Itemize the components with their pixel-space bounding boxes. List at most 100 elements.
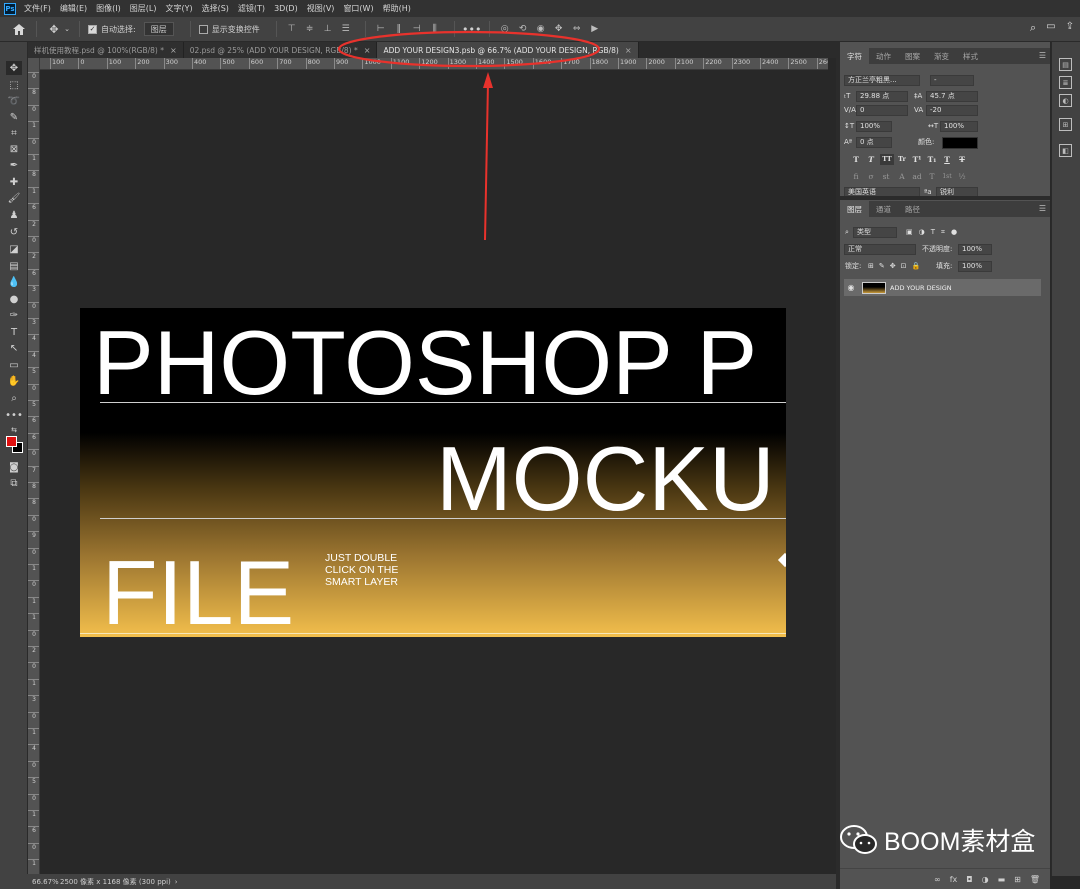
vertical-ruler[interactable]: 0 8 0 1 0 1 8 1 6 2 0 2 6 3 0 3 4 4 5 0 5 6 6 0 7 8 8 0 9 0 1 0 1 1 0 2 0 1 3 0…	[28, 58, 40, 874]
distribute-icon[interactable]: ☰	[339, 22, 353, 36]
faux-bold-button[interactable]: T	[850, 154, 862, 165]
horizontal-scale-field[interactable]: 100%	[940, 121, 978, 132]
3d-pan-icon[interactable]: ✥	[552, 22, 566, 36]
type-tool-icon[interactable]: T	[6, 325, 22, 339]
tab-character[interactable]: 字符	[840, 48, 869, 64]
history-brush-tool-icon[interactable]: ↺	[6, 225, 22, 239]
screen-mode-icon[interactable]: ⧉	[6, 476, 22, 490]
blend-mode-select[interactable]: 正常	[844, 244, 916, 255]
3d-scale-icon[interactable]: ▶	[588, 22, 602, 36]
adjustment-icon[interactable]: ◑	[982, 875, 989, 884]
underline-button[interactable]: T	[941, 154, 953, 165]
ot-stylistic-button[interactable]: ad	[911, 171, 923, 182]
layer-row[interactable]: ◉ ADD YOUR DESIGN	[844, 279, 1041, 296]
fx-icon[interactable]: fx	[950, 875, 958, 884]
ot-alternates-button[interactable]: σ	[865, 171, 877, 182]
leading-field[interactable]: 45.7 点	[926, 91, 978, 102]
eraser-tool-icon[interactable]: ◪	[6, 242, 22, 256]
small-caps-button[interactable]: Tr	[896, 154, 908, 165]
tracking-field[interactable]: -20	[926, 105, 978, 116]
gradient-tool-icon[interactable]: ▤	[6, 259, 22, 273]
all-caps-button[interactable]: TT	[880, 154, 894, 165]
ot-ordinals-button[interactable]: 1st	[941, 171, 953, 182]
group-icon[interactable]: ▬	[998, 875, 1006, 884]
quick-mask-icon[interactable]: ◙	[6, 460, 22, 474]
lock-icons[interactable]: ⊞✎✥⊡🔒	[868, 261, 925, 272]
menu-3d[interactable]: 3D(D)	[274, 4, 298, 13]
horizontal-ruler[interactable]: 100 0 100 200 300 400 500 600 700 800 900 1000 1100 1…	[40, 58, 828, 70]
new-layer-icon[interactable]: ⊞	[1014, 875, 1021, 884]
dodge-tool-icon[interactable]: ●	[6, 292, 22, 306]
delete-icon[interactable]: 🗑	[1030, 875, 1040, 884]
search-icon[interactable]: ⌕	[1030, 21, 1036, 35]
align-hcenter-icon[interactable]: ‖	[392, 22, 406, 36]
workspace-icon[interactable]: ▭	[1046, 21, 1055, 35]
tab-patterns[interactable]: 图案	[898, 48, 927, 64]
vertical-scale-field[interactable]: 100%	[856, 121, 892, 132]
strikethrough-button[interactable]: T	[956, 154, 968, 165]
tab-actions[interactable]: 动作	[869, 48, 898, 64]
zoom-tool-icon[interactable]: ⌕	[6, 391, 22, 405]
align-left-icon[interactable]: ⊢	[374, 22, 388, 36]
properties-panel-icon[interactable]: ≣	[1059, 76, 1072, 89]
adjustments-panel-icon[interactable]: ◐	[1059, 94, 1072, 107]
opacity-field[interactable]: 100%	[958, 244, 992, 255]
tab-add-your-design3[interactable]: ADD YOUR DESIGN3.psb @ 66.7% (ADD YOUR D…	[377, 42, 639, 58]
auto-select-checkbox[interactable]: ✓	[88, 24, 97, 34]
distribute-h-icon[interactable]: ⫼	[428, 22, 442, 36]
font-style-select[interactable]: -	[930, 75, 974, 86]
menu-file[interactable]: 文件(F)	[24, 3, 51, 14]
mask-icon[interactable]: ◘	[966, 875, 972, 884]
foreground-color-swatch[interactable]	[6, 436, 17, 447]
canvas-area[interactable]: PHOTOSHOP P MOCKU FILE JUST DOUBLE CLICK…	[40, 70, 828, 874]
font-size-field[interactable]: 29.88 点	[856, 91, 908, 102]
document-canvas[interactable]: PHOTOSHOP P MOCKU FILE JUST DOUBLE CLICK…	[80, 308, 786, 637]
3d-mode-icon[interactable]: ◎	[498, 22, 512, 36]
move-tool-icon[interactable]: ✥	[45, 20, 63, 38]
layer-filter-icons[interactable]: ▣◑T⌗●	[906, 227, 963, 238]
crop-tool-icon[interactable]: ⌗	[6, 126, 22, 140]
ot-ligatures-button[interactable]: fi	[850, 171, 862, 182]
path-select-tool-icon[interactable]: ↖	[6, 341, 22, 355]
share-icon[interactable]: ⇪	[1066, 21, 1074, 35]
panel-menu-icon[interactable]: ☰	[1039, 51, 1046, 60]
fill-field[interactable]: 100%	[958, 261, 992, 272]
swatches-panel-icon[interactable]: ⊞	[1059, 118, 1072, 131]
hand-tool-icon[interactable]: ✋	[6, 374, 22, 388]
tab-styles[interactable]: 样式	[956, 48, 985, 64]
link-icon[interactable]: ∞	[934, 875, 941, 884]
blur-tool-icon[interactable]: 💧	[6, 275, 22, 289]
edit-toolbar-icon[interactable]: •••	[5, 408, 23, 422]
close-icon[interactable]: ×	[625, 46, 632, 55]
healing-brush-tool-icon[interactable]: ✚	[6, 175, 22, 189]
eyedropper-tool-icon[interactable]: ✒	[6, 158, 22, 172]
tab-gradients[interactable]: 渐变	[927, 48, 956, 64]
marquee-tool-icon[interactable]: ⬚	[6, 78, 22, 92]
chevron-down-icon[interactable]: ⌄	[63, 20, 71, 38]
layer-filter-select[interactable]: 类型	[853, 227, 897, 238]
swap-colors-icon[interactable]: ⇆	[6, 423, 22, 437]
align-top-icon[interactable]: ⊤	[285, 22, 299, 36]
menu-image[interactable]: 图像(I)	[96, 3, 121, 14]
superscript-button[interactable]: T¹	[911, 154, 923, 165]
menu-type[interactable]: 文字(Y)	[165, 3, 192, 14]
history-panel-icon[interactable]: ▤	[1059, 58, 1072, 71]
close-icon[interactable]: ×	[364, 46, 371, 55]
baseline-shift-field[interactable]: 0 点	[856, 137, 892, 148]
3d-slide-icon[interactable]: ⇔	[570, 22, 584, 36]
menu-filter[interactable]: 滤镜(T)	[238, 3, 265, 14]
tab-channels[interactable]: 通道	[869, 201, 898, 217]
tab-02-psd[interactable]: 02.psd @ 25% (ADD YOUR DESIGN, RGB/8) * …	[183, 42, 378, 58]
faux-italic-button[interactable]: T	[865, 154, 877, 165]
panel-menu-icon[interactable]: ☰	[1039, 204, 1046, 213]
tab-paths[interactable]: 路径	[898, 201, 927, 217]
move-tool-icon[interactable]: ✥	[6, 61, 22, 75]
rectangle-tool-icon[interactable]: ▭	[6, 358, 22, 372]
tab-tutorial-psd[interactable]: 样机使用教程.psd @ 100%(RGB/8) * ×	[28, 42, 184, 58]
menu-select[interactable]: 选择(S)	[202, 3, 229, 14]
menu-layer[interactable]: 图层(L)	[130, 3, 157, 14]
pen-tool-icon[interactable]: ✑	[6, 308, 22, 322]
ot-discretionary-button[interactable]: st	[880, 171, 892, 182]
ot-fractions-button[interactable]: ½	[956, 171, 968, 182]
3d-rotate-icon[interactable]: ⟲	[516, 22, 530, 36]
